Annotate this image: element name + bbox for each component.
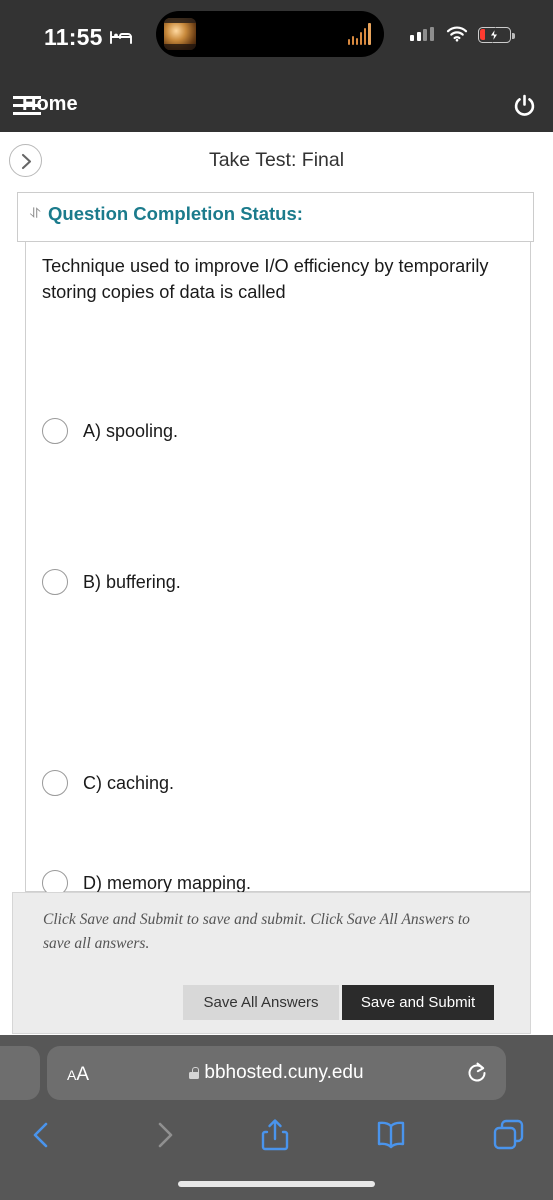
media-thumbnail	[164, 18, 196, 50]
page-title-bar: Take Test: Final	[0, 132, 553, 190]
answer-label-d: D) memory mapping.	[83, 872, 252, 893]
chevron-left-icon[interactable]	[22, 1115, 62, 1155]
question-card: Technique used to improve I/O efficiency…	[25, 242, 531, 896]
dynamic-island[interactable]	[156, 11, 384, 57]
radio-button-c[interactable]	[42, 770, 68, 796]
previous-tab-peek[interactable]	[0, 1046, 40, 1100]
answer-label-a: A) spooling.	[83, 420, 179, 441]
power-logout-icon[interactable]	[513, 94, 536, 117]
lock-icon	[189, 1067, 200, 1079]
status-bar-clock: 11:55	[44, 24, 103, 50]
safari-browser-chrome: AA bbhosted.cuny.edu	[0, 1035, 553, 1200]
save-and-submit-button[interactable]: Save and Submit	[342, 985, 494, 1020]
phone-screen: 11:55 Home Take Test: Final ⥯ Question C…	[0, 0, 553, 1200]
question-text: Technique used to improve I/O efficiency…	[42, 256, 489, 302]
save-all-answers-button[interactable]: Save All Answers	[183, 985, 339, 1020]
question-completion-status-label: Question Completion Status:	[48, 203, 303, 224]
url-text: bbhosted.cuny.edu	[204, 1062, 364, 1083]
url-text-wrapper: bbhosted.cuny.edu	[47, 1062, 506, 1084]
hamburger-menu-icon[interactable]	[13, 96, 41, 115]
chevron-right-icon	[158, 1122, 173, 1148]
home-indicator	[178, 1181, 375, 1187]
question-completion-status-box[interactable]: ⥯ Question Completion Status:	[17, 192, 534, 242]
url-bar[interactable]: AA bbhosted.cuny.edu	[47, 1046, 506, 1100]
test-footer: Click Save and Submit to save and submit…	[12, 892, 531, 1034]
safari-toolbar	[0, 1115, 553, 1170]
tabs-icon[interactable]	[488, 1115, 528, 1155]
page-title: Take Test: Final	[208, 149, 345, 171]
wifi-icon	[446, 26, 468, 42]
cellular-signal-icon	[410, 27, 434, 41]
radio-button-b[interactable]	[42, 569, 68, 595]
chevron-double-down-icon[interactable]: ⥯	[30, 206, 40, 220]
answer-option-c[interactable]: C) caching.	[42, 770, 174, 796]
blackboard-nav-bar: Home	[0, 80, 553, 132]
audio-waveform-icon	[348, 23, 371, 45]
bed-icon	[110, 31, 132, 44]
charging-bolt-icon	[489, 27, 499, 43]
answer-option-b[interactable]: B) buffering.	[42, 569, 181, 595]
reload-icon[interactable]	[466, 1062, 488, 1084]
share-icon[interactable]	[255, 1115, 295, 1155]
ios-status-bar: 11:55	[0, 0, 553, 80]
answer-option-a[interactable]: A) spooling.	[42, 418, 178, 444]
book-icon[interactable]	[371, 1115, 411, 1155]
answer-label-b: B) buffering.	[83, 571, 181, 592]
answer-label-c: C) caching.	[83, 772, 175, 793]
test-content-area: ⥯ Question Completion Status: Technique …	[0, 190, 553, 1035]
radio-button-a[interactable]	[42, 418, 68, 444]
footer-instructions: Click Save and Submit to save and submit…	[43, 911, 470, 953]
